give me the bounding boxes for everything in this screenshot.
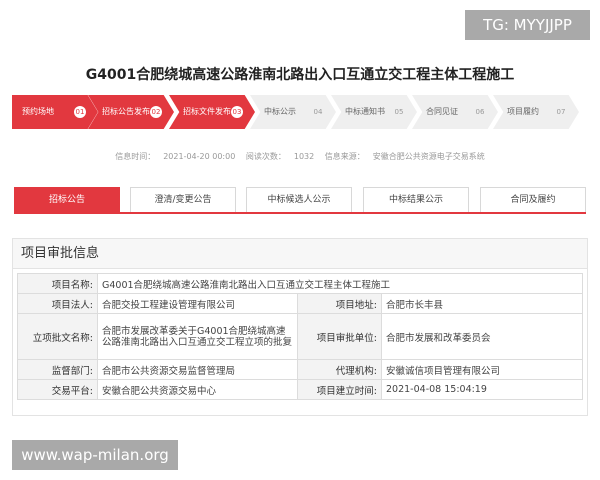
field-value: 合肥市公共资源交易监督管理局 <box>97 359 298 380</box>
step-label: 预约场地 <box>22 107 54 116</box>
approval-table: 项目名称: G4001合肥绕城高速公路淮南北路出入口互通立交工程主体工程施工 项… <box>17 273 583 400</box>
source-label: 信息来源： <box>324 152 365 161</box>
tab-tender-notice[interactable]: 招标公告 <box>14 187 120 212</box>
source-value: 安徽合肥公共资源电子交易系统 <box>372 152 485 161</box>
field-label: 项目地址: <box>297 293 382 314</box>
step-7[interactable]: 项目履约 07 <box>493 95 579 129</box>
info-meta: 信息时间： 2021-04-20 00:00 阅读次数： 1032 信息来源： 安徽合… <box>0 151 600 162</box>
step-number: 02 <box>150 106 162 118</box>
step-6[interactable]: 合同见证 06 <box>412 95 498 129</box>
field-value: 2021-04-08 15:04:19 <box>381 379 583 400</box>
table-row: 立项批文名称: 合肥市发展改革委关于G4001合肥绕城高速公路淮南北路出入口互通… <box>17 313 583 360</box>
step-1[interactable]: 预约场地 01 <box>12 95 98 129</box>
table-row: 监督部门: 合肥市公共资源交易监督管理局 代理机构: 安徽诚信项目管理有限公司 <box>17 359 583 380</box>
tab-candidates[interactable]: 中标候选人公示 <box>246 187 352 212</box>
step-number: 06 <box>475 108 485 116</box>
approval-panel: 项目审批信息 项目名称: G4001合肥绕城高速公路淮南北路出入口互通立交工程主… <box>12 238 588 416</box>
step-2[interactable]: 招标公告发布 02 <box>88 95 174 129</box>
progress-steps: 预约场地 01 招标公告发布 02 招标文件发布 03 中标公示 04 中标通知书 05 … <box>12 95 588 129</box>
field-label: 代理机构: <box>297 359 382 380</box>
watermark-top: TG: MYYJJPP <box>465 10 590 40</box>
field-label: 交易平台: <box>17 379 98 400</box>
step-label: 中标公示 <box>264 107 296 116</box>
field-label: 立项批文名称: <box>17 313 98 360</box>
tab-results[interactable]: 中标结果公示 <box>363 187 469 212</box>
field-value: 安徽合肥公共资源交易中心 <box>97 379 298 400</box>
tab-bar: 招标公告 澄清/变更公告 中标候选人公示 中标结果公示 合同及履约 <box>14 187 586 214</box>
step-label: 招标公告发布 <box>102 107 150 116</box>
watermark-bottom: www.wap-milan.org <box>12 440 178 470</box>
panel-title: 项目审批信息 <box>13 239 587 269</box>
views-value: 1032 <box>293 152 315 161</box>
tab-clarification[interactable]: 澄清/变更公告 <box>130 187 236 212</box>
field-label: 项目名称: <box>17 273 98 294</box>
field-label: 项目法人: <box>17 293 98 314</box>
step-label: 中标通知书 <box>345 107 385 116</box>
step-number: 07 <box>556 108 566 116</box>
time-value: 2021-04-20 00:00 <box>163 152 236 161</box>
table-row: 项目法人: 合肥交投工程建设管理有限公司 项目地址: 合肥市长丰县 <box>17 293 583 314</box>
step-label: 合同见证 <box>426 107 458 116</box>
views-label: 阅读次数： <box>245 152 286 161</box>
table-row: 项目名称: G4001合肥绕城高速公路淮南北路出入口互通立交工程主体工程施工 <box>17 273 583 294</box>
field-label: 项目审批单位: <box>297 313 382 360</box>
table-row: 交易平台: 安徽合肥公共资源交易中心 项目建立时间: 2021-04-08 15… <box>17 379 583 400</box>
field-value: G4001合肥绕城高速公路淮南北路出入口互通立交工程主体工程施工 <box>97 273 583 294</box>
step-number: 04 <box>313 108 323 116</box>
field-value: 安徽诚信项目管理有限公司 <box>381 359 583 380</box>
tab-contract[interactable]: 合同及履约 <box>480 187 586 212</box>
step-number: 03 <box>231 106 243 118</box>
step-number: 01 <box>74 106 86 118</box>
step-5[interactable]: 中标通知书 05 <box>331 95 417 129</box>
step-4[interactable]: 中标公示 04 <box>250 95 336 129</box>
step-label: 项目履约 <box>507 107 539 116</box>
step-number: 05 <box>394 108 404 116</box>
field-value: 合肥市发展改革委关于G4001合肥绕城高速公路淮南北路出入口互通立交工程立项的批… <box>97 313 298 360</box>
field-value: 合肥交投工程建设管理有限公司 <box>97 293 298 314</box>
field-value: 合肥市发展和改革委员会 <box>381 313 583 360</box>
step-label: 招标文件发布 <box>183 107 231 116</box>
time-label: 信息时间： <box>115 152 156 161</box>
field-value: 合肥市长丰县 <box>381 293 583 314</box>
step-3[interactable]: 招标文件发布 03 <box>169 95 255 129</box>
field-label: 监督部门: <box>17 359 98 380</box>
page-title: G4001合肥绕城高速公路淮南北路出入口互通立交工程主体工程施工 <box>85 67 515 83</box>
field-label: 项目建立时间: <box>297 379 382 400</box>
